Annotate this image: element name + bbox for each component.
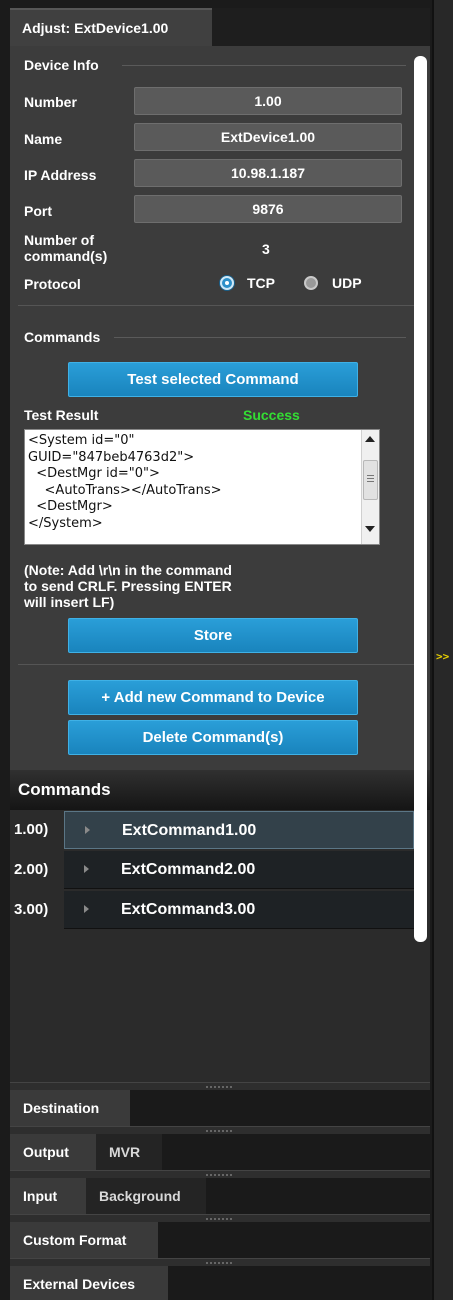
list-item[interactable]: 3.00) ExtCommand3.00	[10, 891, 414, 929]
test-selected-command-button[interactable]: Test selected Command	[68, 362, 358, 397]
number-field[interactable]: 1.00	[134, 87, 402, 115]
command-number: 3.00)	[14, 901, 49, 918]
command-text-area[interactable]: <System id="0" GUID="847beb4763d2"> <Des…	[24, 429, 380, 545]
add-new-command-button[interactable]: + Add new Command to Device	[68, 680, 358, 715]
udp-radio[interactable]	[304, 276, 318, 290]
expand-caret-icon[interactable]	[85, 826, 90, 834]
number-label: Number	[24, 94, 77, 110]
ip-address-label: IP Address	[24, 167, 97, 183]
port-label: Port	[24, 203, 52, 219]
port-field[interactable]: 9876	[134, 195, 402, 223]
number-of-commands-label: Number of command(s)	[24, 232, 108, 264]
tcp-radio[interactable]	[220, 276, 234, 290]
command-label: ExtCommand1.00	[122, 822, 257, 839]
name-field[interactable]: ExtDevice1.00	[134, 123, 402, 151]
commands-list-title: Commands	[18, 780, 111, 799]
tab-destination[interactable]: Destination	[10, 1090, 130, 1126]
list-item[interactable]: 1.00) ExtCommand1.00	[10, 811, 414, 849]
section-divider	[114, 337, 406, 338]
text-area-scrollbar[interactable]	[361, 430, 379, 544]
tab-background[interactable]: Background	[86, 1178, 206, 1214]
commands-heading: Commands	[24, 329, 101, 345]
custom-format-tab-bar: Custom Format	[10, 1222, 430, 1258]
tab-input[interactable]: Input	[10, 1178, 86, 1214]
number-of-commands-value: 3	[262, 241, 270, 257]
test-result-status: Success	[243, 407, 300, 423]
command-number: 1.00)	[14, 821, 49, 838]
command-item-selected[interactable]: ExtCommand1.00	[64, 811, 414, 849]
command-label: ExtCommand3.00	[121, 901, 256, 918]
device-info-heading: Device Info	[24, 57, 99, 73]
panel-scrollbar-thumb[interactable]	[414, 56, 427, 942]
scroll-thumb[interactable]	[363, 460, 378, 500]
input-tab-bar: Input Background	[10, 1178, 430, 1214]
store-button[interactable]: Store	[68, 618, 358, 653]
expand-caret-icon[interactable]	[84, 865, 89, 873]
title-bar-strip	[212, 8, 430, 46]
expand-caret-icon[interactable]	[84, 905, 89, 913]
panel-title: Adjust: ExtDevice1.00	[22, 20, 169, 36]
commands-list-header: Commands	[10, 770, 430, 810]
command-item[interactable]: ExtCommand3.00	[64, 891, 414, 929]
panel-resize-grip[interactable]	[10, 1170, 430, 1178]
command-text: <System id="0" GUID="847beb4763d2"> <Des…	[28, 433, 222, 531]
tab-mvr[interactable]: MVR	[96, 1134, 162, 1170]
panel-resize-grip[interactable]	[10, 1258, 430, 1266]
tab-custom-format[interactable]: Custom Format	[10, 1222, 158, 1258]
tab-external-devices[interactable]: External Devices	[10, 1266, 168, 1300]
command-item[interactable]: ExtCommand2.00	[64, 851, 414, 889]
destination-tab-bar: Destination	[10, 1090, 430, 1126]
scroll-down-arrow-icon[interactable]	[365, 526, 375, 532]
commands-list: 1.00) ExtCommand1.00 2.00) ExtCommand2.0…	[10, 810, 430, 1084]
panel-resize-grip[interactable]	[10, 1214, 430, 1222]
panel-resize-grip[interactable]	[10, 1126, 430, 1134]
delete-commands-button[interactable]: Delete Command(s)	[68, 720, 358, 755]
ip-address-field[interactable]: 10.98.1.187	[134, 159, 402, 187]
tcp-label: TCP	[247, 275, 275, 291]
divider	[18, 664, 422, 665]
output-tab-bar: Output MVR	[10, 1134, 430, 1170]
panel-resize-grip[interactable]	[10, 1082, 430, 1090]
divider	[18, 305, 422, 306]
scroll-up-arrow-icon[interactable]	[365, 436, 375, 442]
external-devices-tab-bar: External Devices	[10, 1266, 430, 1300]
udp-label: UDP	[332, 275, 362, 291]
protocol-label: Protocol	[24, 276, 81, 292]
command-label: ExtCommand2.00	[121, 861, 256, 878]
command-number: 2.00)	[14, 861, 49, 878]
tab-output[interactable]: Output	[10, 1134, 96, 1170]
test-result-label: Test Result	[24, 407, 99, 423]
adjust-panel: Device Info Number 1.00 Name ExtDevice1.…	[10, 46, 430, 770]
expand-panel-arrow[interactable]: >>	[436, 650, 449, 663]
list-item[interactable]: 2.00) ExtCommand2.00	[10, 851, 414, 889]
section-divider	[122, 65, 406, 66]
crlf-note: (Note: Add \r\n in the command to send C…	[24, 562, 232, 610]
name-label: Name	[24, 131, 63, 147]
panel-title-tab[interactable]: Adjust: ExtDevice1.00	[10, 8, 212, 46]
